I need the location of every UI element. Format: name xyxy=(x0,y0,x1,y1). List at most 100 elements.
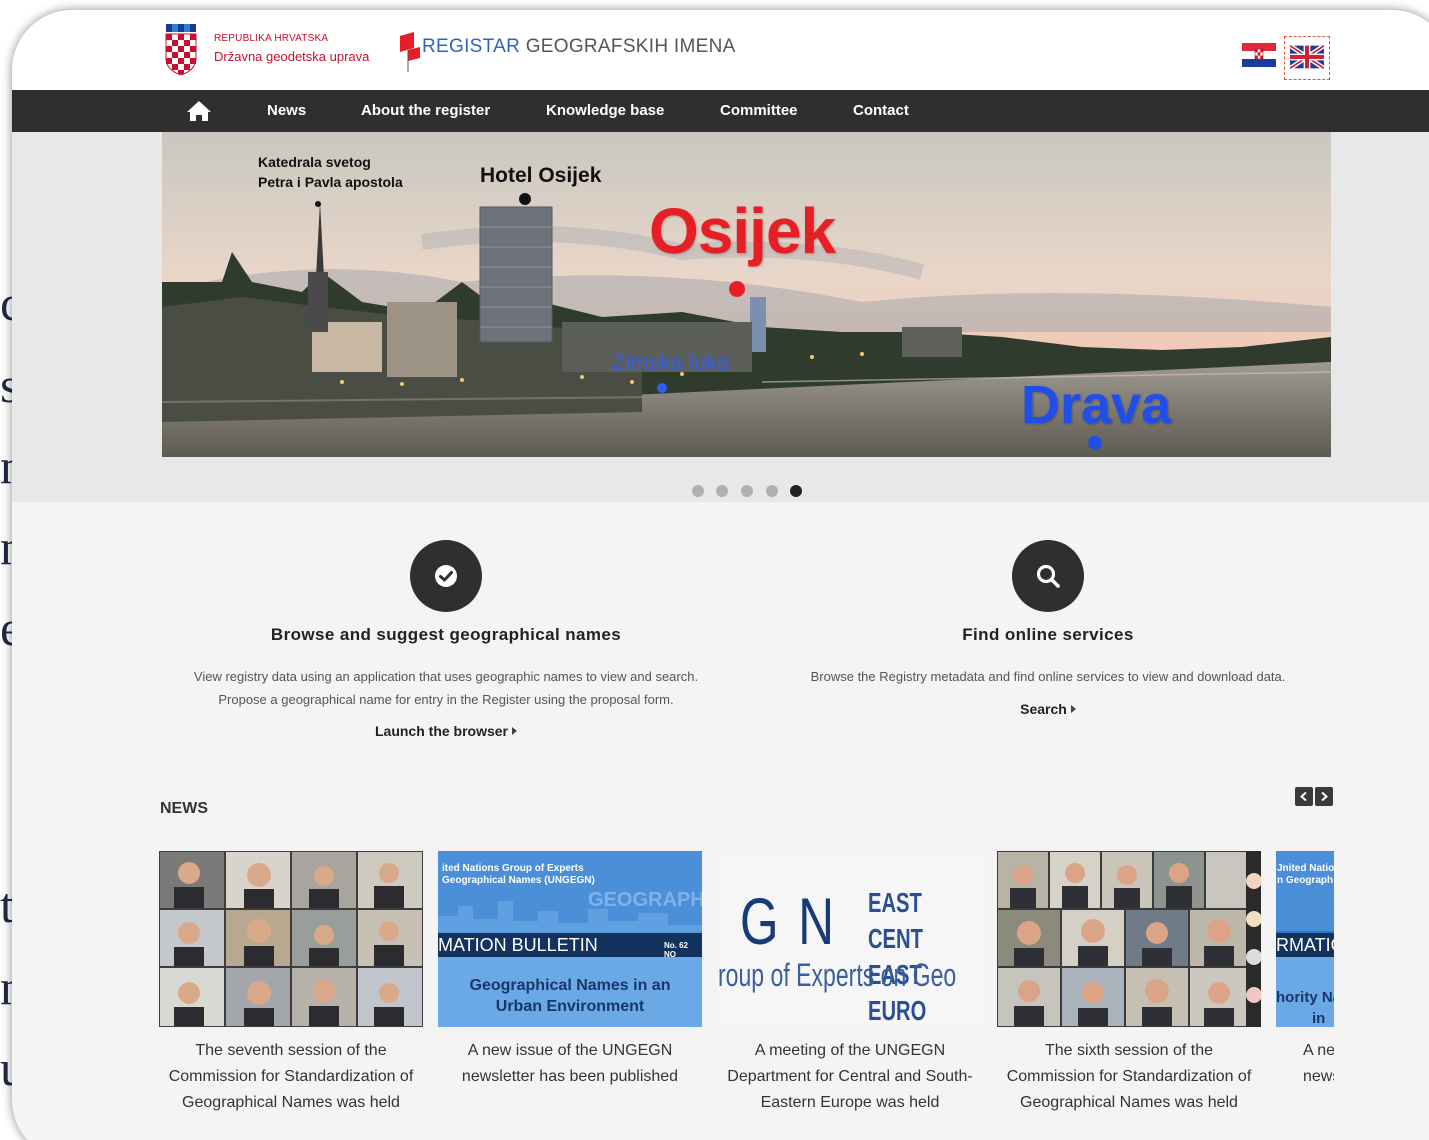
check-circle-icon xyxy=(435,565,457,587)
city-skyline-icon xyxy=(438,901,702,936)
nav-committee[interactable]: Committee xyxy=(720,102,798,119)
news-caption-line: Department for Central and South- xyxy=(727,1068,973,1085)
nav-news[interactable]: News xyxy=(267,102,306,119)
bulletin-theme: Geographical Names in an Urban Environme… xyxy=(438,975,702,1017)
bulletin-org-line1: Jnited Natio xyxy=(1277,863,1334,874)
search-link-label: Search xyxy=(1020,701,1067,717)
org-name-line2: Državna geodetska uprava xyxy=(214,49,370,64)
ungegn-logo-letters: G N xyxy=(740,884,838,958)
hero-marker-hotel xyxy=(519,193,531,205)
browse-service-title: Browse and suggest geographical names xyxy=(270,625,622,644)
nav-contact[interactable]: Contact xyxy=(853,102,909,119)
news-caption[interactable]: A new issue of the UNGEGN newsletter has… xyxy=(438,1038,702,1090)
hero-label-cathedral-line1: Katedrala svetog xyxy=(258,154,371,170)
hero-marker-cathedral xyxy=(315,201,321,207)
hero-label-cathedral-line2: Petra i Pavla apostola xyxy=(258,174,403,190)
news-caption-line: A new issue of the UNGEGN xyxy=(467,1042,673,1059)
bulletin-org-line1: ited Nations Group of Experts xyxy=(442,863,584,874)
main-nav: News About the register Knowledge base C… xyxy=(12,90,1429,132)
news-caption-line: A meeting of the UNGEGN xyxy=(754,1042,946,1059)
east-europe-line1: EAST CENT xyxy=(868,887,923,954)
chevron-left-icon xyxy=(1300,792,1307,801)
bulletin-theme: hority Na in xyxy=(1276,987,1334,1027)
bulletin-theme-line2: Urban Environment xyxy=(495,998,645,1015)
register-title-highlight: REGISTAR xyxy=(422,36,521,57)
news-thumbnail-video-call[interactable] xyxy=(997,851,1261,1027)
hr-flag-icon[interactable] xyxy=(1242,43,1276,67)
news-caption-line: Eastern Europe was held xyxy=(760,1094,940,1111)
carousel-dot-active[interactable] xyxy=(790,485,802,497)
carousel-dot[interactable] xyxy=(692,485,704,497)
news-next-button[interactable] xyxy=(1315,787,1333,806)
video-call-grid-image xyxy=(997,851,1261,1027)
news-caption-line: Commission for Standardization of xyxy=(1006,1068,1252,1085)
hero-carousel-area: Katedrala svetog Petra i Pavla apostola … xyxy=(12,132,1429,502)
register-logo-icon[interactable] xyxy=(400,32,422,72)
search-link[interactable]: Search xyxy=(748,701,1348,717)
language-en-button[interactable] xyxy=(1284,36,1330,80)
news-thumbnail-ungegn-logo[interactable]: G N EAST CENT EAST EURO roup of Experts … xyxy=(718,851,982,1027)
news-caption-line: The seventh session of the xyxy=(195,1042,387,1059)
find-service-desc: Browse the Registry metadata and find on… xyxy=(810,669,1286,684)
news-caption-line: news xyxy=(1303,1068,1334,1085)
launch-browser-link-label: Launch the browser xyxy=(374,723,509,739)
hero-label-hotel: Hotel Osijek xyxy=(480,164,602,187)
carousel-dot[interactable] xyxy=(716,485,728,497)
bulletin-org-line2: n Geograph xyxy=(1277,875,1334,886)
news-thumbnail-bulletin[interactable]: GEOGRAPH ited Nations Group of Experts G… xyxy=(438,851,702,1027)
browse-service-icon-circle[interactable] xyxy=(410,540,482,612)
bulletin-org-line2: Geographical Names (UNGEGN) xyxy=(442,875,595,886)
hero-slide[interactable]: Katedrala svetog Petra i Pavla apostola … xyxy=(162,132,1331,457)
news-caption[interactable]: The sixth session of the Commission for … xyxy=(997,1038,1261,1116)
hero-marker-city xyxy=(729,281,745,297)
bulletin-theme-line1: hority Na xyxy=(1276,989,1334,1006)
bulletin-org: Jnited Natio n Geograph xyxy=(1277,863,1334,887)
browse-service-desc-line2: Propose a geographical name for entry in… xyxy=(218,692,674,707)
hero-label-river: Drava xyxy=(1021,375,1172,435)
hero-label-harbor: Zimska luka xyxy=(612,350,730,375)
site-header: REPUBLIKA HRVATSKA Državna geodetska upr… xyxy=(12,10,1429,90)
find-service-title: Find online services xyxy=(962,625,1134,644)
news-prev-button[interactable] xyxy=(1295,787,1313,806)
browser-page: REPUBLIKA HRVATSKA Državna geodetska upr… xyxy=(12,10,1429,1140)
east-europe-text: EAST CENT EAST EURO xyxy=(868,885,950,1027)
news-caption-line: Commission for Standardization of xyxy=(168,1068,414,1085)
news-caption-line: A ne xyxy=(1303,1042,1334,1059)
video-call-grid-image xyxy=(159,851,423,1027)
register-title-rest: GEOGRAFSKIH IMENA xyxy=(520,36,736,57)
arrow-right-icon xyxy=(512,727,518,735)
carousel-dot[interactable] xyxy=(741,485,753,497)
news-thumbnail-video-call[interactable] xyxy=(159,851,423,1027)
browse-service-desc-line1: View registry data using an application … xyxy=(193,669,699,684)
news-heading: NEWS xyxy=(160,800,208,817)
search-icon xyxy=(1036,564,1060,588)
home-icon[interactable] xyxy=(186,99,212,123)
news-caption-line: Geographical Names was held xyxy=(182,1094,400,1111)
arrow-right-icon xyxy=(1070,705,1076,713)
news-caption-line: newsletter has been published xyxy=(461,1068,679,1085)
news-caption[interactable]: A ne news xyxy=(1276,1038,1334,1090)
news-caption-line: Geographical Names was held xyxy=(1020,1094,1238,1111)
chevron-right-icon xyxy=(1321,792,1328,801)
find-service-icon-circle[interactable] xyxy=(1012,540,1084,612)
nav-knowledge-base[interactable]: Knowledge base xyxy=(546,102,664,119)
bulletin-title: RMATIO xyxy=(1276,935,1334,955)
news-thumbnail-bulletin[interactable]: Jnited Natio n Geograph RMATIO hority Na… xyxy=(1276,851,1334,1027)
hero-marker-harbor xyxy=(657,383,667,393)
news-caption[interactable]: A meeting of the UNGEGN Department for C… xyxy=(718,1038,982,1116)
group-of-experts-text: roup of Experts on Geo xyxy=(718,957,957,993)
nav-about-register[interactable]: About the register xyxy=(361,102,490,119)
croatian-crest-icon[interactable] xyxy=(164,24,198,76)
hero-marker-river xyxy=(1088,436,1102,450)
register-title[interactable]: REGISTAR GEOGRAFSKIH IMENA xyxy=(422,36,736,58)
hero-label-cathedral: Katedrala svetog Petra i Pavla apostola xyxy=(258,152,428,192)
org-name-line1: REPUBLIKA HRVATSKA xyxy=(214,33,329,44)
news-caption-line: The sixth session of the xyxy=(1044,1042,1214,1059)
bulletin-org: ited Nations Group of Experts Geographic… xyxy=(442,863,595,887)
launch-browser-link[interactable]: Launch the browser xyxy=(146,723,746,739)
carousel-dot[interactable] xyxy=(766,485,778,497)
news-caption[interactable]: The seventh session of the Commission fo… xyxy=(159,1038,423,1116)
news-item[interactable]: Jnited Natio n Geograph RMATIO hority Na… xyxy=(1276,851,1334,1140)
bulletin-theme-line2: in xyxy=(1312,1010,1326,1027)
bulletin-theme-line1: Geographical Names in an xyxy=(469,977,671,994)
